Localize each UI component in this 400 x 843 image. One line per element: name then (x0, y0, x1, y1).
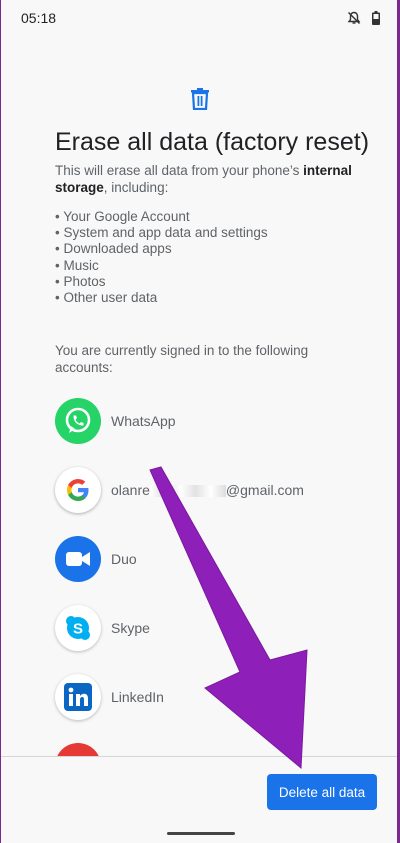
account-linkedin: LinkedIn (55, 673, 164, 721)
account-skype: S Skype (55, 604, 150, 652)
account-google: olanre @gmail.com (55, 466, 304, 514)
account-name-prefix: olanre (111, 482, 150, 498)
account-name: Skype (111, 620, 150, 636)
trash-icon (191, 88, 209, 110)
account-name: Duo (111, 551, 137, 567)
linkedin-icon (55, 674, 101, 720)
page-description: This will erase all data from your phone… (55, 162, 375, 196)
delete-all-data-button[interactable]: Delete all data (267, 774, 377, 810)
list-item: Downloaded apps (55, 241, 375, 257)
accounts-intro: You are currently signed in to the follo… (55, 343, 309, 375)
battery-icon (372, 11, 380, 25)
status-icons (347, 11, 381, 25)
google-icon (55, 467, 101, 513)
svg-text:S: S (73, 621, 83, 638)
description-suffix: , including: (103, 180, 169, 195)
account-whatsapp: WhatsApp (55, 397, 176, 445)
status-time: 05:18 (21, 10, 57, 26)
whatsapp-icon (55, 398, 101, 444)
duo-icon (55, 536, 101, 582)
account-name: olanre @gmail.com (111, 482, 304, 498)
screen: 05:18 Erase all data (factory reset) Thi… (1, 0, 397, 843)
skype-icon: S (55, 605, 101, 651)
account-name-suffix: @gmail.com (225, 482, 304, 498)
account-name: LinkedIn (111, 689, 164, 705)
list-item: System and app data and settings (55, 225, 375, 241)
home-indicator[interactable] (167, 832, 235, 835)
account-duo: Duo (55, 535, 137, 583)
list-item: Your Google Account (55, 209, 375, 225)
redacted-text (149, 485, 226, 498)
list-item: Music (55, 258, 375, 274)
list-item: Photos (55, 274, 375, 290)
divider (1, 756, 397, 757)
account-name: WhatsApp (111, 413, 176, 429)
mute-icon (347, 11, 361, 24)
erase-items-list: Your Google Account System and app data … (55, 209, 375, 306)
list-item: Other user data (55, 290, 375, 306)
page-title: Erase all data (factory reset) (55, 128, 370, 156)
status-bar: 05:18 (1, 0, 397, 36)
description-text: This will erase all data from your phone… (55, 163, 304, 178)
